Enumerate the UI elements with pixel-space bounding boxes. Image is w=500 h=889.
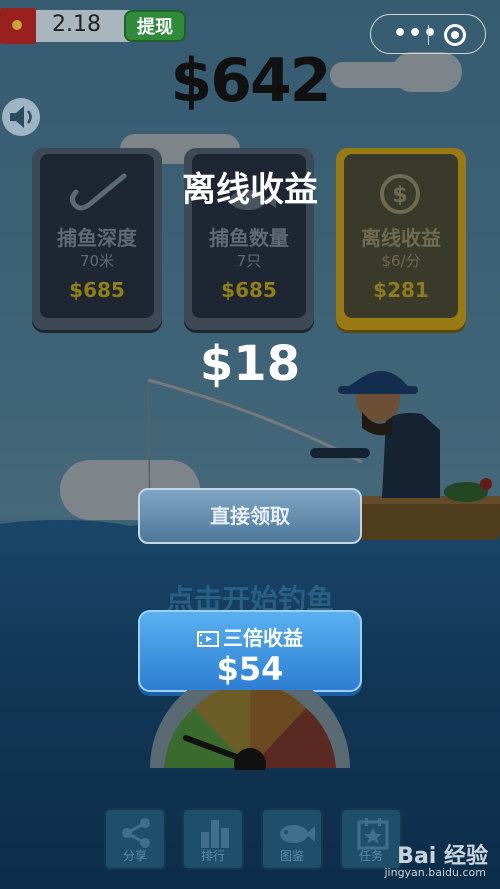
upgrade-price: $281	[373, 278, 429, 302]
upgrade-detail: $6/分	[381, 252, 421, 270]
collect-button-label: 直接领取	[210, 504, 290, 528]
balance-bar: 2.18 提现	[0, 8, 186, 44]
upgrade-price: $685	[69, 278, 125, 302]
offline-reward-amount: $18	[199, 336, 301, 392]
leaderboard-icon	[201, 820, 229, 848]
collection-label: 图鉴	[279, 849, 304, 863]
red-packet-icon[interactable]	[0, 8, 36, 44]
fish-icon	[280, 825, 315, 843]
share-label: 分享	[122, 849, 147, 863]
upgrade-detail: 7只	[236, 252, 262, 270]
share-button[interactable]: 分享	[104, 808, 166, 870]
share-icon	[122, 818, 150, 848]
close-miniprogram-icon[interactable]	[444, 24, 466, 46]
triple-reward-button[interactable]: 三倍收益 $54	[138, 610, 362, 692]
upgrade-price: $685	[221, 278, 277, 302]
money-total: $642	[170, 46, 332, 116]
video-icon	[197, 631, 219, 647]
power-gauge	[150, 690, 350, 770]
upgrade-name: 捕鱼深度	[57, 226, 137, 250]
popup-title: 离线收益	[182, 170, 318, 210]
tasks-button[interactable]: 任务	[340, 808, 402, 870]
sound-icon[interactable]	[2, 98, 40, 136]
game-scene[interactable]: 2.18 提现 ••• $642 捕鱼深度 70米 $685 捕鱼数量 7只 $…	[0, 0, 500, 889]
calendar-icon	[357, 818, 389, 850]
upgrade-name: 离线收益	[361, 226, 441, 250]
tasks-label: 任务	[358, 849, 383, 863]
more-icon[interactable]: •••	[393, 23, 438, 45]
triple-reward-amount: $54	[216, 650, 284, 688]
upgrade-detail: 70米	[79, 252, 115, 270]
withdraw-button[interactable]: 提现	[124, 10, 186, 42]
watermark-url: jingyan.baidu.com	[384, 866, 486, 879]
upgrade-name: 捕鱼数量	[209, 226, 289, 250]
collection-button[interactable]: 图鉴	[261, 808, 323, 870]
triple-reward-label: 三倍收益	[140, 622, 360, 651]
collect-button[interactable]: 直接领取	[138, 488, 362, 544]
leaderboard-button[interactable]: 排行	[182, 808, 244, 870]
leaderboard-label: 排行	[200, 849, 225, 863]
balance-value: 2.18	[52, 12, 101, 37]
